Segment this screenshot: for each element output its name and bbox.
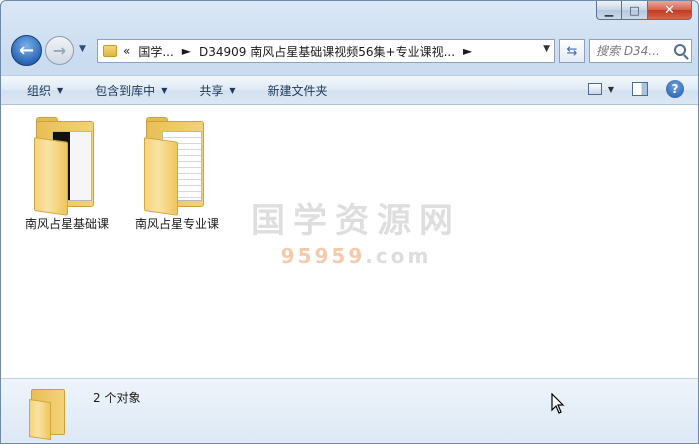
breadcrumb-current-folder[interactable]: D34909 南风占星基础课视频56集+专业课视... <box>199 43 455 60</box>
breadcrumb-separator-icon[interactable]: ► <box>463 44 472 58</box>
command-bar: 组织 ▼ 包含到库中 ▼ 共享 ▼ 新建文件夹 ▼ ? <box>1 75 698 105</box>
breadcrumb-separator-icon[interactable]: ► <box>182 44 191 58</box>
recent-pages-dropdown-icon[interactable]: ▼ <box>79 44 86 54</box>
include-in-library-label: 包含到库中 <box>95 83 156 98</box>
search-icon[interactable] <box>674 44 686 56</box>
address-bar[interactable]: « 国学... ► D34909 南风占星基础课视频56集+专业课视... ► … <box>97 39 555 63</box>
folder-item[interactable]: 南风占星基础课 <box>17 115 117 232</box>
search-box[interactable] <box>589 39 692 63</box>
address-dropdown-icon[interactable]: ▼ <box>543 44 550 54</box>
chevron-down-icon: ▼ <box>161 85 168 95</box>
change-view-icon[interactable] <box>587 83 602 95</box>
breadcrumb-guoxue[interactable]: 国学... <box>138 43 173 60</box>
file-list: 南风占星基础课 南风占星专业课 国学资源网 95959.com <box>1 105 698 378</box>
navigation-bar: ← → ▼ « 国学... ► D34909 南风占星基础课视频56集+专业课视… <box>7 31 692 71</box>
folder-label: 南风占星基础课 <box>24 217 109 231</box>
chevron-down-icon: ▼ <box>229 85 236 95</box>
back-arrow-icon: ← <box>18 40 35 61</box>
forward-button[interactable]: → <box>45 36 74 65</box>
item-count: 2 个对象 <box>93 391 141 405</box>
chevron-down-icon[interactable]: ▼ <box>608 85 614 94</box>
watermark-url-suffix: .com <box>365 244 432 268</box>
explorer-window: ▁ □ ✕ ← → ▼ « 国学... ► D34909 南风占星基础课视频56… <box>0 0 699 444</box>
folder-item[interactable]: 南风占星专业课 <box>127 115 227 232</box>
refresh-icon: ⇆ <box>566 43 578 59</box>
preview-pane-icon[interactable] <box>632 82 648 96</box>
forward-arrow-icon: → <box>52 41 67 60</box>
folder-icon <box>29 385 73 441</box>
toolbar-right: ▼ ? <box>587 80 684 98</box>
organize-menu[interactable]: 组织 ▼ <box>1 76 75 104</box>
watermark-url-number: 95959 <box>280 244 366 268</box>
watermark-title: 国学资源网 <box>251 201 461 241</box>
details-pane: 2 个对象 <box>1 378 698 443</box>
watermark-url: 95959.com <box>241 244 471 268</box>
include-in-library-menu[interactable]: 包含到库中 ▼ <box>75 76 179 104</box>
caption-buttons: ▁ □ ✕ <box>596 1 692 21</box>
help-icon[interactable]: ? <box>666 80 684 98</box>
new-folder-button[interactable]: 新建文件夹 <box>248 76 340 104</box>
refresh-button[interactable]: ⇆ <box>559 39 585 63</box>
folder-icon <box>142 115 212 216</box>
address-overflow[interactable]: « <box>123 44 130 58</box>
search-input[interactable] <box>596 44 674 58</box>
folder-icon <box>32 115 102 216</box>
back-button[interactable]: ← <box>11 35 42 66</box>
close-button[interactable]: ✕ <box>648 1 692 20</box>
folder-icon <box>103 45 117 57</box>
watermark: 国学资源网 95959.com <box>241 193 471 268</box>
minimize-button[interactable]: ▁ <box>596 1 622 20</box>
folder-label: 南风占星专业课 <box>134 217 219 231</box>
maximize-button[interactable]: □ <box>622 1 648 20</box>
organize-label: 组织 <box>27 83 52 98</box>
new-folder-label: 新建文件夹 <box>267 83 328 98</box>
share-label: 共享 <box>199 83 224 98</box>
share-menu[interactable]: 共享 ▼ <box>179 76 247 104</box>
chevron-down-icon: ▼ <box>57 85 64 95</box>
